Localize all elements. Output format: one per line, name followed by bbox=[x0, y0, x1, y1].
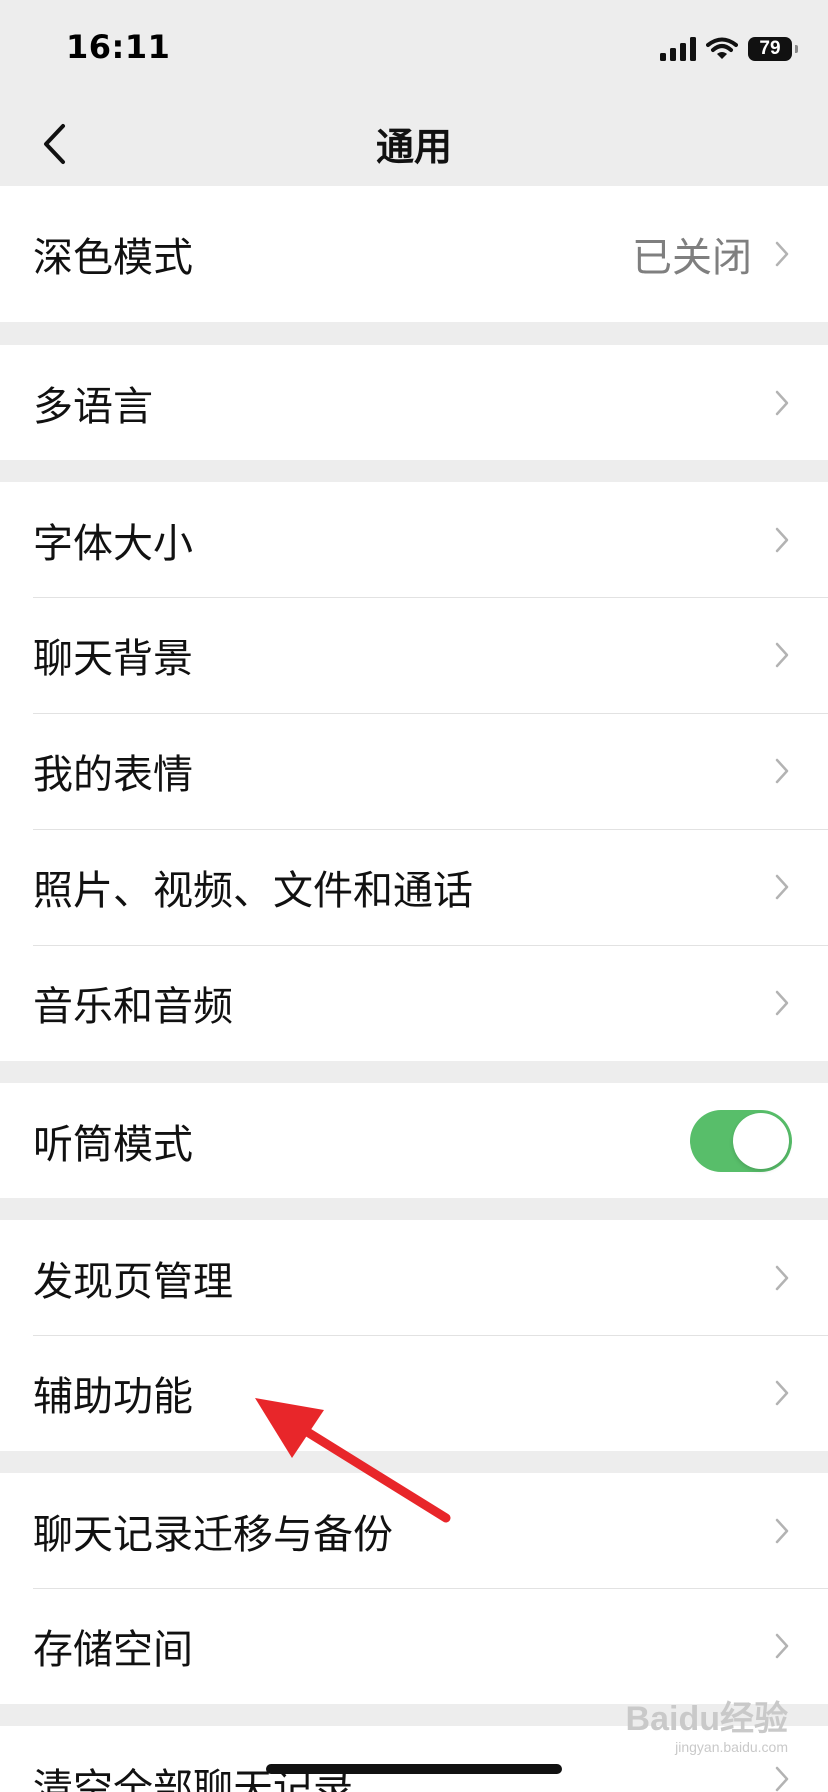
chevron-right-icon bbox=[772, 1378, 792, 1408]
chevron-right-icon bbox=[772, 640, 792, 670]
status-bar: 16:11 79 bbox=[0, 0, 828, 100]
page-title: 通用 bbox=[375, 125, 452, 169]
toggle-knob bbox=[733, 1112, 789, 1169]
row-label: 听筒模式 bbox=[33, 1121, 193, 1168]
watermark-logo: Baidu经验 jingyan.baidu.com bbox=[626, 1702, 788, 1754]
row-label: 清空全部聊天记录 bbox=[33, 1766, 353, 1792]
row-label: 深色模式 bbox=[33, 235, 193, 281]
chevron-right-icon bbox=[772, 1631, 792, 1661]
row-label: 多语言 bbox=[33, 383, 153, 430]
battery-icon: 79 bbox=[748, 37, 798, 61]
row-value: 已关闭 bbox=[632, 235, 752, 281]
settings-row-discover-management[interactable]: 发现页管理 bbox=[0, 1220, 828, 1335]
chevron-right-icon bbox=[772, 1764, 792, 1792]
chevron-right-icon bbox=[772, 872, 792, 902]
row-label: 字体大小 bbox=[33, 520, 193, 567]
earpiece-mode-toggle[interactable] bbox=[690, 1109, 792, 1172]
status-time: 16:11 bbox=[66, 28, 171, 66]
row-label: 音乐和音频 bbox=[33, 984, 233, 1030]
settings-row-font-size[interactable]: 字体大小 bbox=[0, 482, 828, 597]
chevron-right-icon bbox=[772, 388, 792, 418]
settings-group-dark-mode: 深色模式 已关闭 bbox=[0, 186, 828, 322]
chevron-right-icon bbox=[772, 1516, 792, 1546]
settings-group-display: 字体大小 聊天背景 我的表情 照片、视频、文件和通话 音乐和音频 bbox=[0, 482, 828, 1061]
row-label: 照片、视频、文件和通话 bbox=[33, 868, 473, 914]
wifi-icon bbox=[706, 37, 738, 59]
row-label: 存储空间 bbox=[33, 1627, 193, 1673]
settings-row-music-audio[interactable]: 音乐和音频 bbox=[0, 945, 828, 1061]
settings-row-chat-background[interactable]: 聊天背景 bbox=[0, 597, 828, 713]
settings-row-media[interactable]: 照片、视频、文件和通话 bbox=[0, 829, 828, 945]
annotation-arrow-icon bbox=[255, 1398, 451, 1523]
settings-row-storage-space[interactable]: 存储空间 bbox=[0, 1588, 828, 1704]
battery-level: 79 bbox=[759, 38, 781, 59]
watermark-text: Baidu经验 bbox=[625, 1700, 788, 1738]
chevron-right-icon bbox=[772, 1263, 792, 1293]
signal-icon bbox=[660, 37, 696, 61]
chevron-right-icon bbox=[772, 756, 792, 786]
nav-bar: 通用 bbox=[0, 100, 828, 186]
settings-row-language[interactable]: 多语言 bbox=[0, 345, 828, 460]
chevron-right-icon bbox=[772, 525, 792, 555]
settings-group-language: 多语言 bbox=[0, 345, 828, 460]
row-label: 发现页管理 bbox=[33, 1258, 233, 1305]
settings-group-earpiece: 听筒模式 bbox=[0, 1083, 828, 1198]
settings-row-dark-mode[interactable]: 深色模式 已关闭 bbox=[0, 186, 828, 322]
row-label: 我的表情 bbox=[33, 752, 193, 798]
watermark-url: jingyan.baidu.com bbox=[675, 1739, 788, 1755]
row-label: 聊天背景 bbox=[33, 636, 193, 682]
chevron-right-icon bbox=[772, 239, 792, 269]
settings-row-earpiece-mode: 听筒模式 bbox=[0, 1083, 828, 1198]
home-indicator[interactable] bbox=[266, 1764, 562, 1774]
chevron-right-icon bbox=[772, 988, 792, 1018]
settings-row-my-stickers[interactable]: 我的表情 bbox=[0, 713, 828, 829]
status-icons: 79 bbox=[660, 34, 798, 64]
